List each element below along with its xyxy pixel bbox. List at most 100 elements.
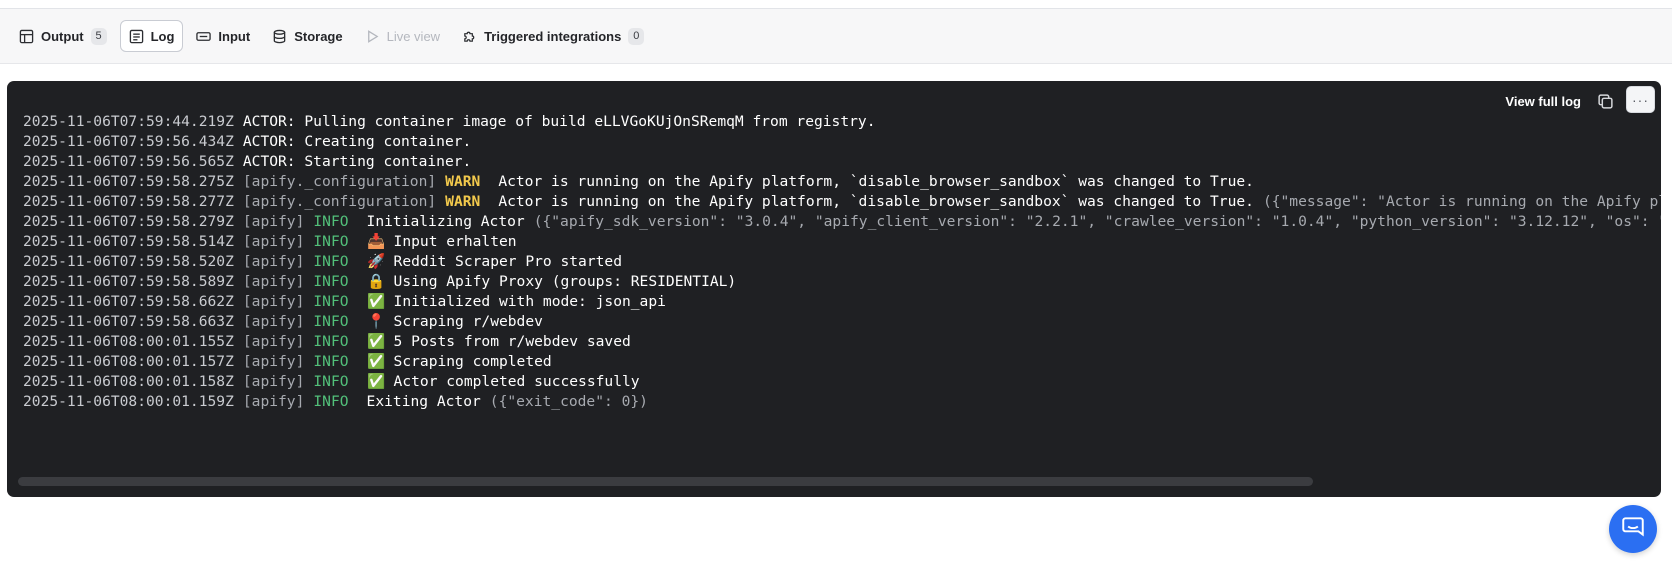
log-emoji-icon: 🔒 [366, 273, 386, 290]
database-icon [272, 29, 287, 44]
log-emoji-icon: 🚀 [366, 253, 386, 270]
view-full-log-button[interactable]: View full log [1505, 91, 1581, 113]
log-level: INFO [313, 273, 349, 290]
log-level: INFO [313, 353, 349, 370]
log-message: ✅ Initialized with mode: json_api [367, 292, 666, 312]
log-lines: 2025-11-06T07:59:44.219Z ACTOR: Pulling c… [23, 112, 1661, 412]
more-icon: ··· [1632, 91, 1649, 108]
log-timestamp: 2025-11-06T08:00:01.157Z [23, 353, 234, 370]
horizontal-scrollbar[interactable] [18, 477, 1313, 486]
tab-log[interactable]: Log [119, 20, 184, 52]
log-timestamp: 2025-11-06T07:59:58.662Z [23, 293, 234, 310]
log-source: [apify] [242, 233, 305, 250]
log-line: 2025-11-06T07:59:44.219Z ACTOR: Pulling c… [23, 112, 1661, 132]
log-timestamp: 2025-11-06T07:59:56.434Z [23, 133, 234, 150]
log-message-text: Actor is running on the Apify platform, … [498, 193, 1254, 210]
log-timestamp: 2025-11-06T07:59:58.275Z [23, 173, 234, 190]
log-source: [apify] [242, 353, 305, 370]
log-source: [apify] [242, 373, 305, 390]
log-message: Actor is running on the Apify platform, … [498, 192, 1254, 212]
log-message: 📥 Input erhalten [367, 232, 517, 252]
tab-output-label: Output [41, 28, 84, 44]
log-emoji-icon: 📍 [366, 313, 386, 330]
log-source: [apify] [242, 333, 305, 350]
chat-icon [1620, 514, 1646, 545]
log-message-text: ACTOR: Starting container. [242, 153, 472, 170]
log-timestamp: 2025-11-06T07:59:58.279Z [23, 213, 234, 230]
log-emoji-icon: ✅ [366, 293, 386, 310]
log-line: 2025-11-06T07:59:58.279Z [apify] INFO Initi… [23, 212, 1661, 232]
log-timestamp: 2025-11-06T07:59:58.514Z [23, 233, 234, 250]
log-message-text: Using Apify Proxy (groups: RESIDENTIAL) [393, 273, 737, 290]
log-level: INFO [313, 233, 349, 250]
log-message-text: Exiting Actor [366, 393, 481, 410]
log-message: ACTOR: Creating container. [243, 132, 471, 152]
log-line: 2025-11-06T08:00:01.159Z [apify] INFO Exiti… [23, 392, 1661, 412]
log-level: WARN [445, 173, 481, 190]
tab-live-view-label: Live view [386, 28, 441, 44]
log-extra: ({"message": "Actor is running on the Ap… [1262, 193, 1661, 210]
tab-input-label: Input [218, 28, 251, 44]
log-panel: View full log ··· 2025-11-06T07:59:44.21… [7, 81, 1661, 497]
log-timestamp: 2025-11-06T07:59:44.219Z [23, 113, 234, 130]
log-line: 2025-11-06T07:59:58.514Z [apify] INFO 📥 Inpu… [23, 232, 1661, 252]
log-message: ✅ Scraping completed [367, 352, 552, 372]
log-extra: ({"apify_sdk_version": "3.0.4", "apify_c… [533, 213, 1661, 230]
log-timestamp: 2025-11-06T07:59:58.589Z [23, 273, 234, 290]
log-source: [apify._configuration] [242, 193, 437, 210]
log-source: [apify] [242, 393, 305, 410]
log-timestamp: 2025-11-06T07:59:58.520Z [23, 253, 234, 270]
tab-storage[interactable]: Storage [263, 20, 351, 52]
log-message-text: Input erhalten [393, 233, 517, 250]
log-line: 2025-11-06T07:59:58.662Z [apify] INFO ✅ Init… [23, 292, 1661, 312]
more-options-button[interactable]: ··· [1626, 86, 1655, 113]
log-timestamp: 2025-11-06T08:00:01.158Z [23, 373, 234, 390]
log-message-text: 5 Posts from r/webdev saved [393, 333, 631, 350]
log-message: Initializing Actor [367, 212, 525, 232]
log-source: [apify] [242, 313, 305, 330]
log-message-text: ACTOR: Creating container. [242, 133, 472, 150]
log-message-text: Actor is running on the Apify platform, … [498, 173, 1254, 190]
log-icon [129, 29, 144, 44]
log-level: INFO [313, 253, 349, 270]
log-level: INFO [313, 373, 349, 390]
tab-input[interactable]: Input [187, 20, 259, 52]
table-icon [19, 29, 34, 44]
output-count-badge: 5 [90, 27, 107, 45]
log-level: INFO [313, 313, 349, 330]
tab-storage-label: Storage [294, 28, 343, 44]
log-source: [apify] [242, 213, 305, 230]
tab-triggered-integrations[interactable]: Triggered integrations 0 [453, 20, 653, 52]
log-message-text: Actor completed successfully [393, 373, 640, 390]
copy-icon[interactable] [1597, 93, 1614, 110]
log-message: 🚀 Reddit Scraper Pro started [367, 252, 622, 272]
log-line: 2025-11-06T07:59:58.275Z [apify._configur… [23, 172, 1661, 192]
log-line: 2025-11-06T07:59:56.565Z ACTOR: Starting … [23, 152, 1661, 172]
log-timestamp: 2025-11-06T08:00:01.155Z [23, 333, 234, 350]
log-message-text: Initializing Actor [366, 213, 525, 230]
tab-output[interactable]: Output 5 [10, 20, 116, 52]
log-message-text: Scraping completed [393, 353, 552, 370]
log-source: [apify._configuration] [242, 173, 437, 190]
log-timestamp: 2025-11-06T08:00:01.159Z [23, 393, 234, 410]
log-level: INFO [313, 393, 349, 410]
log-line: 2025-11-06T07:59:58.663Z [apify] INFO 📍 Scra… [23, 312, 1661, 332]
log-source: [apify] [242, 253, 305, 270]
log-timestamp: 2025-11-06T07:59:58.277Z [23, 193, 234, 210]
log-line: 2025-11-06T07:59:58.589Z [apify] INFO 🔒 Usin… [23, 272, 1661, 292]
log-line: 2025-11-06T07:59:58.520Z [apify] INFO 🚀 Redd… [23, 252, 1661, 272]
log-level: INFO [313, 333, 349, 350]
log-line: 2025-11-06T08:00:01.155Z [apify] INFO ✅ 5 Po… [23, 332, 1661, 352]
log-message-text: Initialized with mode: json_api [393, 293, 666, 310]
log-message: ✅ Actor completed successfully [367, 372, 640, 392]
log-message: ACTOR: Pulling container image of build … [243, 112, 876, 132]
log-source: [apify] [242, 273, 305, 290]
tab-live-view[interactable]: Live view [356, 20, 449, 52]
log-message-text: ACTOR: Pulling container image of build … [242, 113, 876, 130]
log-line: 2025-11-06T07:59:58.277Z [apify._configur… [23, 192, 1661, 212]
log-extra: ({"exit_code": 0}) [489, 393, 648, 410]
chat-support-button[interactable] [1609, 505, 1657, 553]
play-icon [365, 29, 380, 44]
log-message-text: Reddit Scraper Pro started [393, 253, 622, 270]
log-message: Actor is running on the Apify platform, … [498, 172, 1254, 192]
